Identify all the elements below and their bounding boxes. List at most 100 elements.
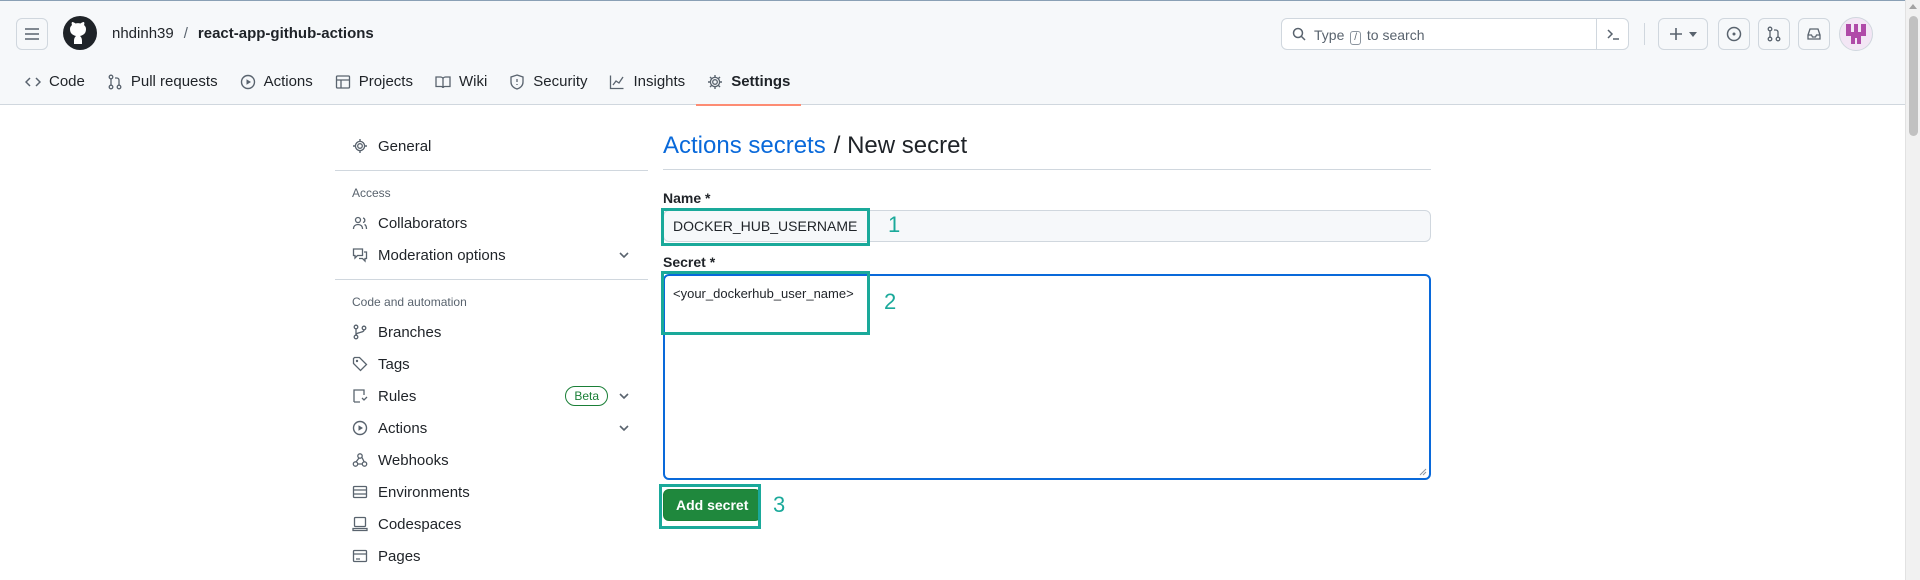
tab-wiki[interactable]: Wiki (424, 63, 498, 100)
gear-icon (353, 139, 367, 153)
annotation-box-1 (661, 208, 870, 246)
table-icon (335, 74, 350, 89)
sidebar-item-label: Moderation options (378, 246, 506, 264)
triangle-down-icon (1689, 32, 1697, 37)
sidebar-item-moderation-options[interactable]: Moderation options (335, 239, 648, 271)
tab-actions[interactable]: Actions (229, 63, 324, 100)
sidebar-item-label: Collaborators (378, 214, 468, 232)
actions-secrets-link[interactable]: Actions secrets (663, 132, 826, 160)
tab-label: Wiki (458, 73, 488, 90)
issues-button[interactable] (1718, 18, 1750, 50)
repo-rules-icon (353, 389, 368, 403)
webhook-icon (352, 453, 368, 467)
browser-icon (352, 549, 368, 563)
annotation-box-2 (661, 271, 870, 335)
code-icon (25, 76, 41, 87)
chevron-down-icon (619, 252, 629, 259)
sidebar-item-label: General (378, 137, 432, 155)
user-avatar[interactable] (1839, 17, 1873, 51)
page-scrollbar[interactable] (1905, 0, 1920, 580)
search-input[interactable]: Type / to search (1281, 18, 1629, 50)
sidebar-item-general[interactable]: General (335, 130, 648, 162)
annotation-box-3 (659, 484, 761, 529)
annotation-number-2: 2 (884, 289, 897, 314)
search-icon (1292, 27, 1306, 41)
breadcrumb-separator: / (183, 25, 188, 42)
tab-label: Pull requests (130, 73, 218, 90)
scrollbar-thumb[interactable] (1909, 16, 1918, 136)
scroll-up-arrow-icon[interactable] (1909, 4, 1917, 9)
git-branch-icon (353, 324, 367, 340)
sidebar-heading-code-automation: Code and automation (352, 295, 467, 309)
sidebar-item-label: Webhooks (378, 451, 449, 469)
sidebar-item-label: Pages (378, 547, 421, 565)
sidebar-heading-access: Access (352, 186, 391, 200)
pull-request-icon (1767, 26, 1781, 42)
tab-label: Code (49, 73, 85, 90)
sidebar-item-label: Rules (378, 387, 417, 405)
sidebar-item-branches[interactable]: Branches (335, 316, 648, 348)
tab-security[interactable]: Security (498, 63, 598, 100)
sidebar-divider (335, 170, 648, 171)
tab-projects[interactable]: Projects (324, 63, 424, 100)
header-divider (1644, 23, 1645, 45)
tab-settings[interactable]: Settings (696, 63, 802, 106)
command-palette-button[interactable] (1596, 19, 1628, 49)
pull-requests-button[interactable] (1758, 18, 1790, 50)
search-placeholder-suffix: to search (1366, 27, 1425, 43)
people-icon (352, 216, 368, 230)
shield-icon (510, 73, 524, 90)
sidebar-item-webhooks[interactable]: Webhooks (335, 444, 648, 476)
server-icon (352, 485, 368, 499)
hamburger-icon (25, 28, 39, 40)
sidebar-item-collaborators[interactable]: Collaborators (335, 207, 648, 239)
comment-discussion-icon (352, 248, 368, 263)
search-shortcut-key: / (1350, 31, 1362, 45)
tab-label: Security (533, 73, 588, 90)
sidebar-item-codespaces[interactable]: Codespaces (335, 508, 648, 540)
repo-breadcrumb: nhdinh39 / react-app-github-actions (112, 25, 374, 42)
sidebar-item-label: Codespaces (378, 515, 462, 533)
name-label: Name * (663, 190, 711, 206)
tab-label: Settings (731, 73, 791, 90)
repo-name-link[interactable]: react-app-github-actions (198, 25, 374, 42)
search-placeholder-prefix: Type (1314, 27, 1345, 43)
github-logo-icon[interactable] (63, 16, 97, 50)
sidebar-item-environments[interactable]: Environments (335, 476, 648, 508)
resize-grip-icon[interactable] (1419, 468, 1427, 476)
menu-button[interactable] (16, 18, 48, 50)
repo-owner-link[interactable]: nhdinh39 (112, 25, 174, 42)
tab-insights[interactable]: Insights (598, 63, 696, 100)
sidebar-item-tags[interactable]: Tags (335, 348, 648, 380)
annotation-number-3: 3 (773, 492, 786, 517)
page-title: Actions secrets / New secret (663, 130, 1431, 170)
play-icon (352, 420, 368, 436)
pull-request-icon (108, 74, 122, 89)
page-title-rest: / New secret (833, 131, 968, 159)
tab-label: Projects (358, 73, 413, 90)
issue-opened-icon (1726, 26, 1742, 42)
settings-sidebar: General Access Collaborators Moderation … (335, 130, 648, 572)
tag-icon (352, 356, 368, 372)
tab-label: Insights (633, 73, 686, 90)
graph-icon (610, 75, 625, 89)
inbox-icon (1807, 28, 1821, 40)
tab-label: Actions (263, 73, 313, 90)
sidebar-item-actions[interactable]: Actions (335, 412, 648, 444)
sidebar-item-rules[interactable]: Rules Beta (335, 380, 648, 412)
sidebar-item-label: Branches (378, 323, 442, 341)
global-header: nhdinh39 / react-app-github-actions Type… (0, 0, 1905, 106)
plus-icon (1670, 28, 1682, 40)
sidebar-item-label: Actions (378, 419, 428, 437)
inbox-button[interactable] (1798, 18, 1830, 50)
codespaces-icon (352, 516, 368, 532)
create-new-button[interactable] (1658, 18, 1708, 50)
tab-code[interactable]: Code (14, 63, 96, 100)
sidebar-divider (335, 279, 648, 280)
sidebar-item-pages[interactable]: Pages (335, 540, 648, 572)
repo-tabs: Code Pull requests Actions Projects Wiki… (14, 63, 802, 106)
tab-pull-requests[interactable]: Pull requests (96, 63, 229, 100)
sidebar-item-label: Tags (378, 355, 410, 373)
play-icon (240, 74, 255, 89)
search-placeholder: Type / to search (1314, 27, 1425, 45)
